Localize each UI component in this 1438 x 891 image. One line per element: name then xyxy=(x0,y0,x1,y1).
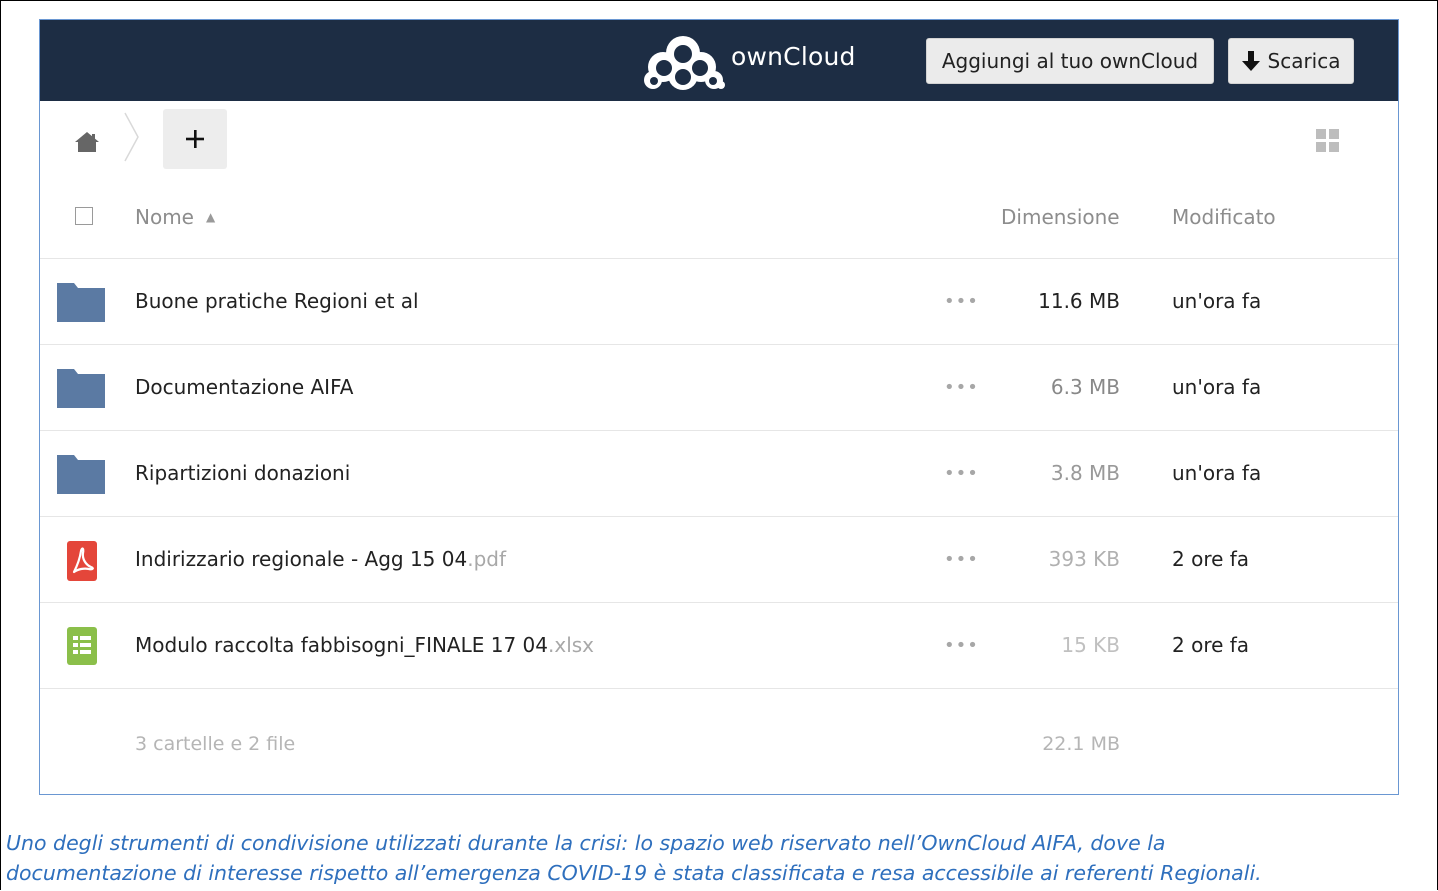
sort-ascending-icon: ▲ xyxy=(205,210,216,224)
file-size: 393 KB xyxy=(1048,547,1120,571)
file-row[interactable]: Ripartizioni donazioni ••• 3.8 MB un'ora fa xyxy=(40,431,1398,517)
download-button[interactable]: Scarica xyxy=(1228,38,1354,84)
file-size: 3.8 MB xyxy=(1050,461,1120,485)
file-size: 15 KB xyxy=(1061,633,1120,657)
breadcrumb-separator-icon xyxy=(124,112,139,162)
column-name-label: Nome xyxy=(135,205,194,229)
summary-total-size: 22.1 MB xyxy=(1042,733,1120,755)
summary-count: 3 cartelle e 2 file xyxy=(135,733,296,755)
cloud-logo-icon xyxy=(644,36,725,90)
table-header: Nome ▲ Dimensione Modificato xyxy=(40,181,1398,259)
download-arrow-icon xyxy=(1241,51,1260,71)
file-size: 11.6 MB xyxy=(1038,289,1120,313)
folder-icon xyxy=(56,367,106,413)
file-row[interactable]: Documentazione AIFA ••• 6.3 MB un'ora fa xyxy=(40,345,1398,431)
owncloud-window: ownCloud Aggiungi al tuo ownCloud Scaric… xyxy=(39,19,1399,795)
file-extension: .pdf xyxy=(467,547,507,571)
download-label: Scarica xyxy=(1267,49,1341,73)
select-all-checkbox[interactable] xyxy=(75,207,93,225)
file-modified: un'ora fa xyxy=(1172,461,1262,485)
owncloud-logo[interactable]: ownCloud xyxy=(643,32,856,92)
plus-icon xyxy=(186,130,204,148)
caption-line-2: documentazione di interesse rispetto all… xyxy=(6,861,1262,885)
more-actions-icon[interactable]: ••• xyxy=(944,635,979,656)
more-actions-icon[interactable]: ••• xyxy=(944,549,979,570)
file-name[interactable]: Modulo raccolta fabbisogni_FINALE 17 04.… xyxy=(135,633,594,657)
more-actions-icon[interactable]: ••• xyxy=(944,463,979,484)
file-basename: Ripartizioni donazioni xyxy=(135,461,351,485)
column-header-size[interactable]: Dimensione xyxy=(1001,205,1120,229)
file-modified: un'ora fa xyxy=(1172,375,1262,399)
more-actions-icon[interactable]: ••• xyxy=(944,291,979,312)
summary-row: 3 cartelle e 2 file 22.1 MB xyxy=(40,690,1398,755)
folder-icon xyxy=(56,453,106,499)
file-row[interactable]: Indirizzario regionale - Agg 15 04.pdf ••… xyxy=(40,517,1398,603)
file-name[interactable]: Ripartizioni donazioni xyxy=(135,461,350,485)
file-modified: 2 ore fa xyxy=(1172,633,1250,657)
file-modified: 2 ore fa xyxy=(1172,547,1250,571)
top-header: ownCloud Aggiungi al tuo ownCloud Scaric… xyxy=(40,20,1398,101)
file-extension: .xlsx xyxy=(548,633,595,657)
controls-bar xyxy=(40,101,1398,181)
pdf-icon xyxy=(67,541,97,585)
more-actions-icon[interactable]: ••• xyxy=(944,377,979,398)
file-basename: Indirizzario regionale - Agg 15 04 xyxy=(135,547,468,571)
folder-icon xyxy=(56,281,106,327)
file-basename: Modulo raccolta fabbisogni_FINALE 17 04 xyxy=(135,633,548,657)
column-header-modified[interactable]: Modificato xyxy=(1172,205,1276,229)
file-row[interactable]: Buone pratiche Regioni et al ••• 11.6 MB un… xyxy=(40,259,1398,345)
file-modified: un'ora fa xyxy=(1172,289,1262,313)
file-name[interactable]: Documentazione AIFA xyxy=(135,375,353,399)
file-row[interactable]: Modulo raccolta fabbisogni_FINALE 17 04.… xyxy=(40,603,1398,689)
caption-line-1: Uno degli strumenti di condivisione util… xyxy=(6,831,1166,855)
add-to-owncloud-button[interactable]: Aggiungi al tuo ownCloud xyxy=(926,38,1214,84)
file-basename: Documentazione AIFA xyxy=(135,375,354,399)
figure-caption: Uno degli strumenti di condivisione util… xyxy=(6,828,1426,888)
file-basename: Buone pratiche Regioni et al xyxy=(135,289,419,313)
brand-name: ownCloud xyxy=(731,41,856,71)
spreadsheet-icon xyxy=(67,627,97,669)
file-size: 6.3 MB xyxy=(1050,375,1120,399)
new-button[interactable] xyxy=(163,109,227,169)
home-icon[interactable] xyxy=(74,131,100,153)
grid-view-icon[interactable] xyxy=(1316,129,1340,153)
column-header-name[interactable]: Nome ▲ xyxy=(135,205,215,229)
file-name[interactable]: Buone pratiche Regioni et al xyxy=(135,289,419,313)
file-name[interactable]: Indirizzario regionale - Agg 15 04.pdf xyxy=(135,547,506,571)
